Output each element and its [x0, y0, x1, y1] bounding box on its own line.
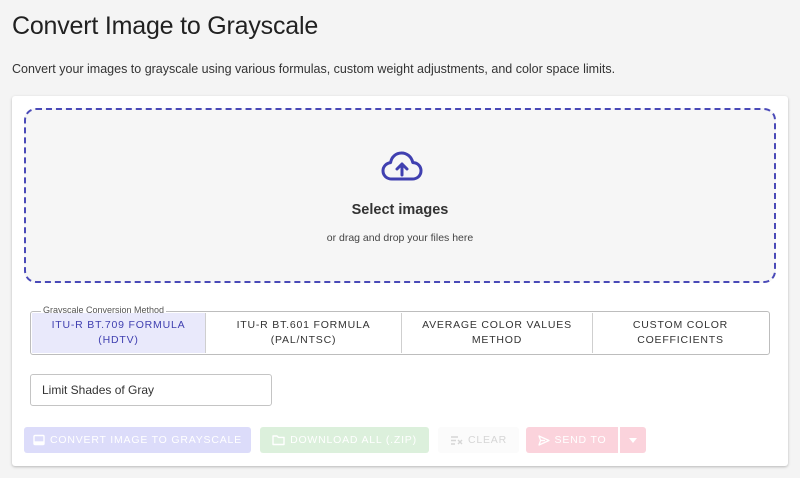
image-icon — [33, 434, 45, 446]
tab-label: Custom Color Coefficients — [632, 319, 729, 346]
convert-button[interactable]: Convert Image to Grayscale — [24, 427, 251, 453]
tab-label: ITU-R BT.709 Formula (HDTV) — [51, 319, 186, 346]
clear-button[interactable]: Clear — [438, 427, 519, 453]
tab-bt601[interactable]: ITU-R BT.601 Formula (PAL/NTSC) — [206, 313, 402, 353]
page-description: Convert your images to grayscale using v… — [12, 62, 616, 76]
conversion-method-group: Grayscale Conversion Method ITU-R BT.709… — [30, 305, 770, 355]
tab-label: Average Color Values Method — [422, 319, 572, 346]
download-all-button[interactable]: Download All (.zip) — [260, 427, 429, 453]
tab-bt709[interactable]: ITU-R BT.709 Formula (HDTV) — [32, 313, 206, 353]
folder-zip-icon — [272, 435, 285, 446]
clear-label: Clear — [467, 434, 507, 446]
send-icon — [537, 434, 550, 446]
tab-label: ITU-R BT.601 Formula (PAL/NTSC) — [236, 319, 371, 346]
dropzone-subtitle: or drag and drop your files here — [326, 232, 474, 244]
tab-average[interactable]: Average Color Values Method — [402, 313, 593, 353]
cloud-upload-icon — [381, 151, 423, 181]
clear-list-icon — [450, 435, 463, 445]
image-dropzone[interactable]: Select images or drag and drop your file… — [24, 108, 776, 283]
caret-down-icon — [629, 437, 637, 443]
conversion-method-tabs: ITU-R BT.709 Formula (HDTV) ITU-R BT.601 … — [32, 313, 768, 353]
send-to-dropdown-button[interactable] — [620, 427, 646, 453]
convert-button-label: Convert Image to Grayscale — [50, 434, 242, 446]
page-title: Convert Image to Grayscale — [12, 12, 319, 40]
limit-shades-input[interactable] — [30, 374, 272, 406]
tab-custom-coefficients[interactable]: Custom Color Coefficients — [593, 313, 768, 353]
download-all-label: Download All (.zip) — [290, 434, 417, 446]
send-to-button[interactable]: Send To — [526, 427, 618, 453]
converter-card: Select images or drag and drop your file… — [12, 96, 788, 466]
dropzone-title: Select images — [351, 202, 449, 218]
send-to-label: Send To — [554, 434, 607, 446]
